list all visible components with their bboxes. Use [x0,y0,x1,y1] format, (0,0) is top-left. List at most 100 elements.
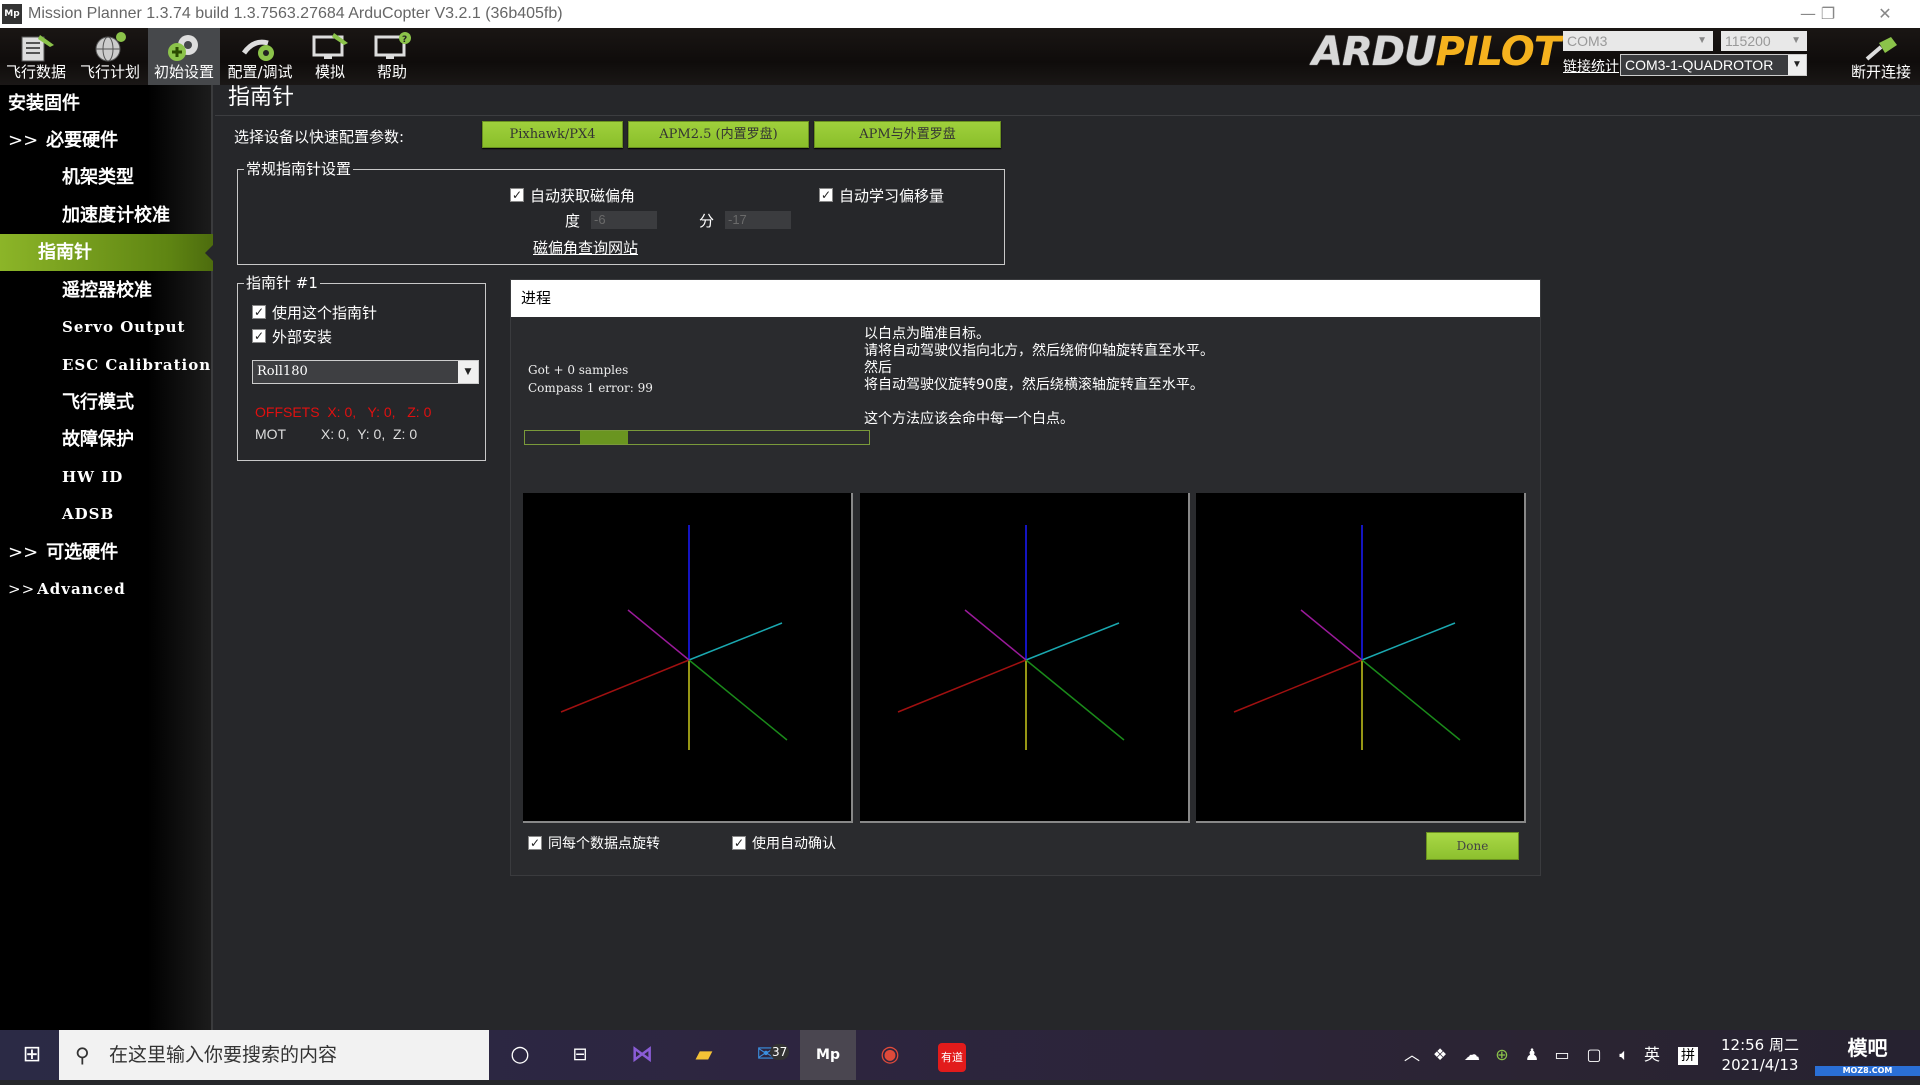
group-legend: 常规指南针设置 [244,159,354,179]
toolbar-simulation[interactable]: 模拟 [300,28,360,85]
mail-badge: 37 [770,1044,790,1060]
chevron-down-icon: ▼ [1791,35,1801,46]
mail-icon[interactable]: ✉ 37 [738,1030,794,1080]
link-stats-link[interactable]: 链接统计 [1563,56,1623,76]
auto-declination-checkbox[interactable]: ✓ [510,188,524,202]
sidebar-item-optional-hardware[interactable]: >> 可选硬件 [0,534,213,571]
restore-button[interactable]: ❐ [1805,0,1851,28]
ime-language[interactable]: 英 [1640,1030,1664,1080]
qq-icon[interactable]: ♟ [1520,1030,1544,1080]
general-compass-settings: 常规指南针设置 ✓ 自动获取磁偏角 ✓ 自动学习偏移量 度 -6 分 -17 磁… [237,159,1005,265]
chevron-down-icon: ▼ [1788,55,1806,75]
close-button[interactable]: ✕ [1862,0,1908,28]
sidebar-item-install-firmware[interactable]: 安装固件 [0,85,213,122]
auto-learn-checkbox[interactable]: ✓ [819,188,833,202]
auto-accept-checkbox[interactable]: ✓ [732,836,746,850]
sidebar-item-servo-output[interactable]: Servo Output [0,309,213,346]
flight-data-icon [16,31,56,63]
offsets-readout: OFFSETS X: 0, Y: 0, Z: 0 [255,404,432,420]
window-title: Mission Planner 1.3.74 build 1.3.7563.27… [28,5,563,22]
clock[interactable]: 12:56 周二 2021/4/13 [1710,1035,1810,1085]
minutes-input[interactable]: -17 [725,211,791,229]
youdao-icon[interactable]: 有道 [924,1030,980,1080]
calibration-progress-panel: 进程 Got + 0 samples Compass 1 error: 99 以… [510,279,1541,876]
degrees-label: 度 [565,212,581,230]
quick-config-label: 选择设备以快速配置参数: [234,128,405,146]
flight-plan-icon [90,31,130,63]
calibration-status: Got + 0 samples Compass 1 error: 99 [528,363,653,395]
green-plus-icon[interactable]: ⊕ [1490,1030,1514,1080]
task-view-icon[interactable]: ⊟ [552,1030,608,1080]
cortana-icon[interactable]: ○ [492,1030,548,1080]
visual-studio-icon[interactable]: ⋈ [614,1030,670,1080]
apm-external-button[interactable]: APM与外置罗盘 [814,121,1001,148]
app-icon: Mp [2,4,22,24]
windows-start-icon[interactable]: ⊞ [4,1030,60,1080]
calibration-instructions: 以白点为瞄准目标。 请将自动驾驶仪指向北方，然后绕俯仰轴旋转直至水平。 然后 将… [864,326,1214,427]
expand-icon: >> [8,580,36,598]
mission-planner-task-icon[interactable]: Mp [800,1030,856,1080]
sidebar-item-esc-calibration[interactable]: ESC Calibration [0,347,213,384]
sidebar-item-radio-calibration[interactable]: 遥控器校准 [0,272,213,309]
auto-learn-label: 自动学习偏移量 [839,187,945,205]
divider [215,115,1920,116]
file-explorer-icon[interactable]: ▰ [676,1030,732,1080]
apm25-button[interactable]: APM2.5 (内置罗盘) [628,121,809,148]
network-icon[interactable]: ▢ [1580,1030,1608,1080]
port-select[interactable]: COM3 ▼ [1563,31,1713,51]
compass-1-group: 指南针 #1 ✓ 使用这个指南针 ✓ 外部安装 Roll180 ▼ OFFSET… [237,273,486,461]
compass-view-2[interactable] [860,493,1190,823]
sidebar-item-flight-modes[interactable]: 飞行模式 [0,384,213,421]
sidebar-item-hw-id[interactable]: HW ID [0,459,213,496]
battery-icon[interactable]: ▭ [1548,1030,1576,1080]
chrome-icon[interactable]: ◉ [862,1030,918,1080]
sidebar-item-advanced[interactable]: >> Advanced [0,571,213,608]
compass-view-3[interactable] [1196,493,1526,823]
compass-view-1[interactable] [523,493,853,823]
pixhawk-button[interactable]: Pixhawk/PX4 [482,121,623,148]
chevron-down-icon: ▼ [1697,35,1707,46]
calibration-progress-bar [524,430,870,445]
mot-readout: MOT X: 0, Y: 0, Z: 0 [255,426,418,442]
auto-declination-label: 自动获取磁偏角 [530,187,636,205]
plug-icon [1861,31,1901,63]
panel-title: 进程 [511,280,1540,317]
axis-left-up [1300,609,1363,661]
use-compass-label: 使用这个指南针 [272,304,378,322]
orientation-select[interactable]: Roll180 ▼ [252,360,479,384]
taskbar: ⊞ ⚲ 在这里输入你要搜索的内容 ○ ⊟ ⋈ ▰ ✉ 37 Mp ◉ 有道 ︿ ❖… [0,1030,1920,1080]
dropbox-icon[interactable]: ❖ [1428,1030,1452,1080]
volume-icon[interactable]: 🔈︎ [1610,1030,1638,1080]
ime-mode[interactable]: 拼 [1676,1030,1700,1080]
vehicle-select[interactable]: COM3-1-QUADROTOR ▼ [1620,54,1807,76]
title-bar: Mp Mission Planner 1.3.74 build 1.3.7563… [0,0,1920,28]
sidebar-item-failsafe[interactable]: 故障保护 [0,421,213,458]
disconnect-button[interactable]: 断开连接 [1845,28,1917,85]
taskbar-search[interactable]: ⚲ 在这里输入你要搜索的内容 [59,1030,489,1080]
sidebar-item-accel-calibration[interactable]: 加速度计校准 [0,197,213,234]
toolbar-config-tuning[interactable]: 配置/调试 [224,28,296,85]
rotate-each-label: 同每个数据点旋转 [548,836,660,852]
onedrive-icon[interactable]: ☁ [1460,1030,1484,1080]
use-compass-checkbox[interactable]: ✓ [252,305,266,319]
toolbar-help[interactable]: ? 帮助 [362,28,422,85]
tray-expand-icon[interactable]: ︿ [1400,1030,1424,1080]
baud-select[interactable]: 115200 ▼ [1721,31,1807,51]
external-mount-checkbox[interactable]: ✓ [252,329,266,343]
done-button[interactable]: Done [1426,832,1519,860]
group-legend: 指南针 #1 [244,273,320,293]
config-tuning-icon [240,31,280,63]
axis-right-down [1025,659,1125,741]
declination-lookup-link[interactable]: 磁偏角查询网站 [533,237,638,258]
degrees-input[interactable]: -6 [591,211,657,229]
sidebar: 安装固件 >> 必要硬件 机架类型 加速度计校准 指南针 遥控器校准 Servo … [0,85,214,1030]
toolbar-flight-plan[interactable]: 飞行计划 [78,28,142,85]
rotate-each-checkbox[interactable]: ✓ [528,836,542,850]
toolbar-initial-setup[interactable]: 初始设置 [148,28,220,85]
toolbar-flight-data[interactable]: 飞行数据 [4,28,68,85]
sidebar-item-mandatory-hardware[interactable]: >> 必要硬件 [0,122,213,159]
help-icon: ? [372,31,412,63]
sidebar-item-adsb[interactable]: ADSB [0,496,213,533]
sidebar-item-compass[interactable]: 指南针 [0,234,214,271]
sidebar-item-frame-type[interactable]: 机架类型 [0,159,213,196]
